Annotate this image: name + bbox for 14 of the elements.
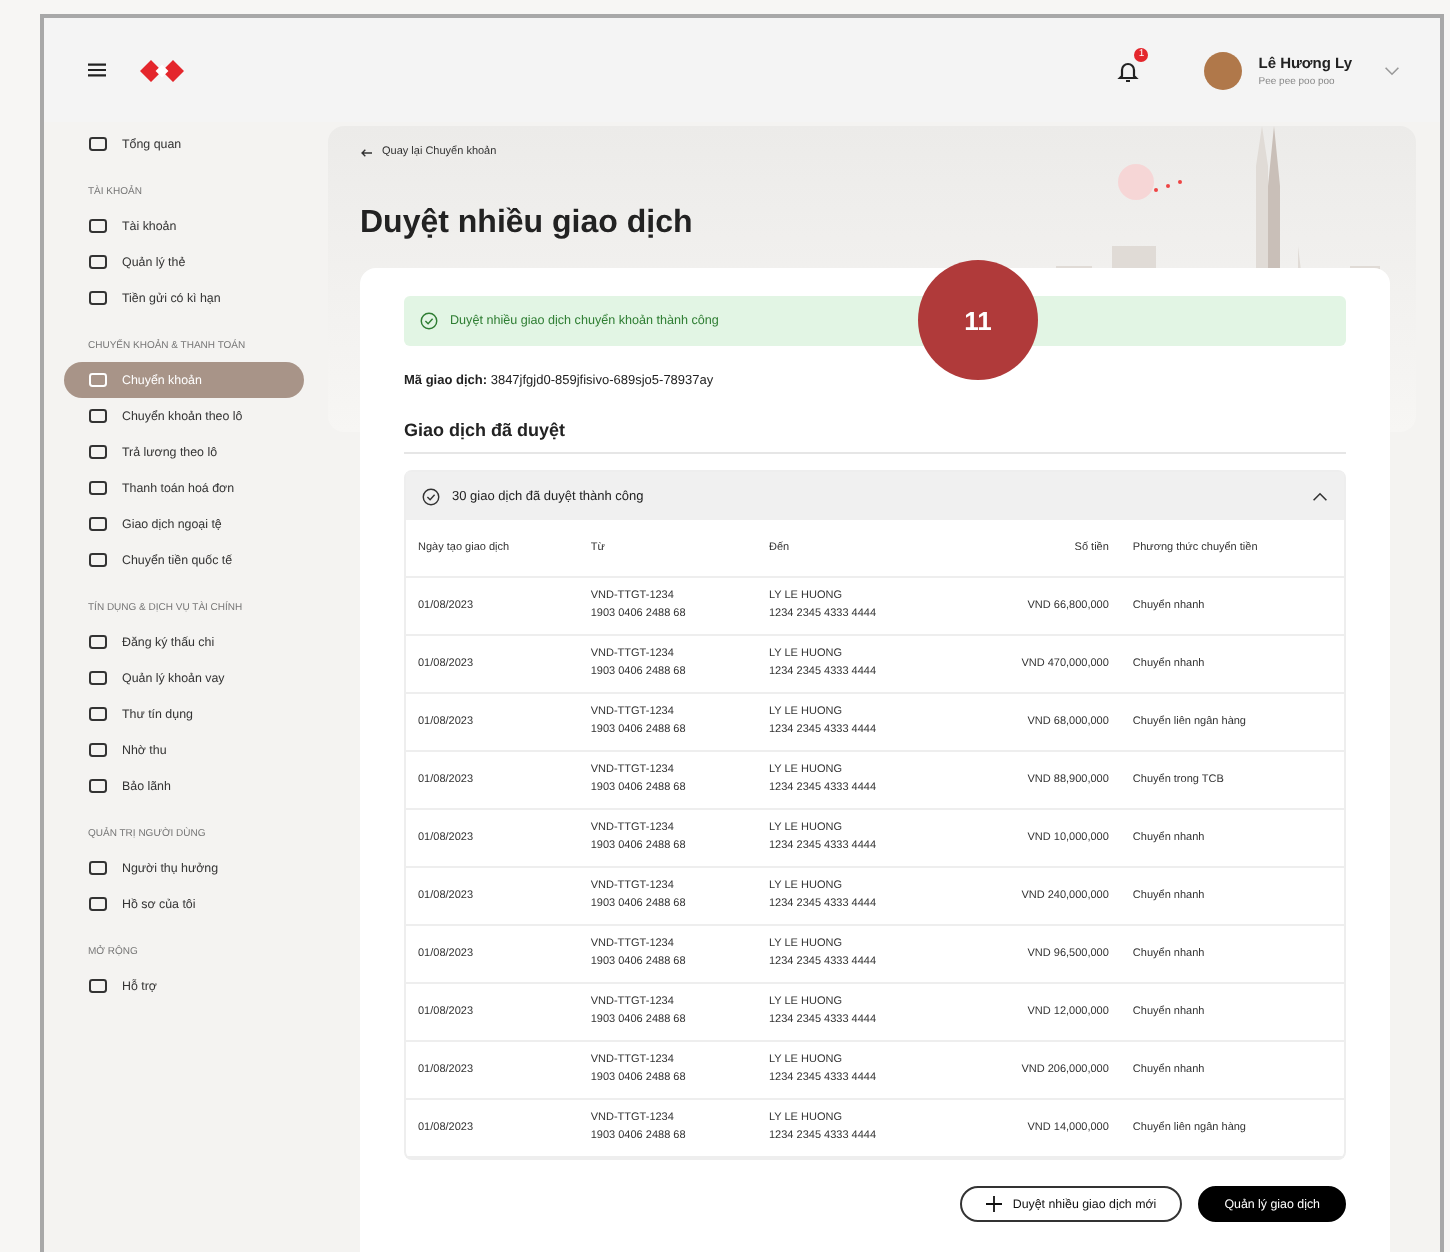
chevron-down-icon[interactable]	[1384, 65, 1400, 75]
check-circle-icon	[420, 312, 438, 330]
check-circle-icon	[422, 487, 440, 505]
page-title: Duyệt nhiều giao dịch	[360, 206, 695, 242]
menu-icon[interactable]	[88, 62, 106, 78]
menu-item-icon	[88, 134, 108, 154]
logo-icon[interactable]	[140, 57, 184, 83]
chevron-icon	[1312, 491, 1328, 501]
plus-icon	[986, 1196, 1003, 1212]
avatar[interactable]	[1204, 51, 1243, 89]
section-title: Giao dịch đã duyệt	[404, 420, 1346, 454]
menu-item-icon	[88, 976, 108, 996]
bell-icon[interactable]	[1116, 60, 1141, 84]
arrow-left-icon	[360, 147, 374, 157]
